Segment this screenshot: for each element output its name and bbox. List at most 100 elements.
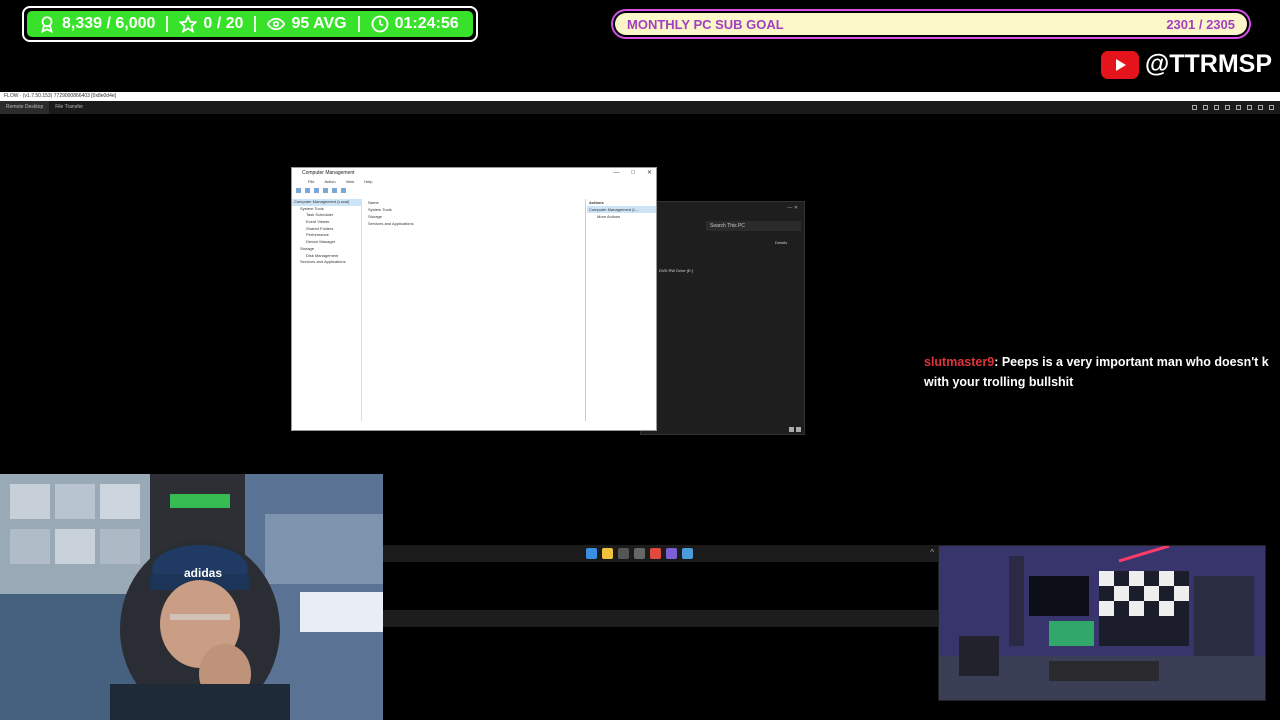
tree-item[interactable]: Performance (292, 232, 361, 239)
teams-icon[interactable] (666, 548, 677, 559)
actions-section[interactable]: Computer Management (L... (587, 206, 656, 213)
menu-action[interactable]: Action (324, 179, 335, 186)
viewers-stat: 95 AVG (256, 15, 357, 33)
forward-icon[interactable] (305, 188, 310, 193)
minimize-icon[interactable] (1258, 105, 1263, 110)
display-icon[interactable] (1203, 105, 1208, 110)
tree-item[interactable]: Storage (292, 246, 361, 253)
content-item[interactable]: Services and Applications (362, 220, 585, 227)
browser-icon[interactable] (650, 548, 661, 559)
tree-item[interactable]: Services and Applications (292, 259, 361, 266)
tab-remote-desktop[interactable]: Remote Desktop (0, 101, 50, 114)
menu-file[interactable]: File (308, 179, 314, 186)
explorer-details-button[interactable]: Details (775, 240, 787, 245)
stream-timer: 01:24:56 (394, 15, 459, 32)
taskbar-icons (586, 548, 693, 559)
chat-username: slutmaster9 (924, 355, 995, 369)
more-actions-item[interactable]: More Actions (587, 213, 656, 220)
minimize-icon[interactable]: — (613, 168, 619, 179)
tree-item[interactable]: Computer Management (Local) (292, 199, 361, 206)
remote-taskbar: ^ (383, 545, 938, 562)
room-scene (939, 546, 1265, 700)
remote-toolbar-icons (1192, 105, 1280, 110)
tree-item[interactable]: Event Viewer (292, 219, 361, 226)
tray-chevron-icon[interactable]: ^ (930, 548, 934, 557)
stream-stats-bar: 8,339 / 6,000 0 / 20 95 AVG 01:24:56 (22, 6, 478, 42)
menu-help[interactable]: Help (364, 179, 372, 186)
remote-desktop-toolbar: Remote Desktop File Transfer (0, 101, 1280, 114)
tree-item[interactable]: Device Manager (292, 239, 361, 246)
tree-item[interactable]: Shared Folders (292, 226, 361, 233)
chat-icon[interactable] (1225, 105, 1230, 110)
explorer-search-input[interactable]: Search This PC (706, 221, 801, 231)
tree-item[interactable]: System Tools (292, 206, 361, 213)
view-icon[interactable] (341, 188, 346, 193)
file-explorer-window[interactable]: — ✕ Search This PC Details DVD RW Drive … (640, 201, 805, 435)
chat-text-continued: with your trolling bullshit (924, 375, 1074, 389)
sub-goal-bar: MONTHLY PC SUB GOAL 2301 / 2305 (611, 9, 1251, 39)
close-icon[interactable] (1269, 105, 1274, 110)
help-icon[interactable] (332, 188, 337, 193)
sub-goal-progress: 2301 / 2305 (1166, 16, 1235, 32)
properties-icon[interactable] (323, 188, 328, 193)
cm-content-pane: Name System Tools Storage Services and A… (362, 199, 586, 421)
computer-management-window[interactable]: Computer Management — □ ✕ File Action Vi… (291, 167, 657, 431)
cm-title: Computer Management (302, 170, 355, 176)
tree-item[interactable]: Task Scheduler (292, 212, 361, 219)
chat-message: slutmaster9: Peeps is a very important m… (924, 352, 1280, 392)
followers-stat: 8,339 / 6,000 (27, 15, 166, 33)
explorer-window-controls[interactable]: — ✕ (787, 205, 798, 211)
up-icon[interactable] (314, 188, 319, 193)
cm-titlebar: Computer Management — □ ✕ (292, 168, 656, 179)
youtube-play-icon (1100, 50, 1139, 79)
app-icon[interactable] (634, 548, 645, 559)
record-icon[interactable] (1236, 105, 1241, 110)
sub-goal-fill: MONTHLY PC SUB GOAL 2301 / 2305 (615, 13, 1247, 35)
cm-actions-pane: Actions Computer Management (L... More A… (587, 199, 656, 421)
close-icon[interactable]: ✕ (647, 168, 652, 179)
stream-stats-inner: 8,339 / 6,000 0 / 20 95 AVG 01:24:56 (27, 11, 473, 37)
chat-text: : Peeps is a very important man who does… (994, 355, 1269, 369)
file-explorer-icon[interactable] (602, 548, 613, 559)
screenshot-icon[interactable] (1247, 105, 1252, 110)
sub-goal-label: MONTHLY PC SUB GOAL (627, 16, 784, 32)
menu-view[interactable]: View (346, 179, 355, 186)
hat-logo-text: adidas (184, 566, 222, 580)
back-arrow-icon[interactable] (618, 548, 629, 559)
windows-start-icon[interactable] (586, 548, 597, 559)
streamer-webcam: adidas (0, 474, 383, 720)
settings-icon[interactable] (1192, 105, 1197, 110)
dvd-drive-item[interactable]: DVD RW Drive (E:) (659, 268, 693, 273)
award-icon (41, 16, 53, 33)
tree-item[interactable]: Disk Management (292, 253, 361, 260)
remote-desktop-titlebar: FLOW · (v1.7.50.153) 7729000866403 [0x8e… (0, 92, 1280, 101)
eye-icon (267, 17, 286, 31)
maximize-icon[interactable]: □ (631, 168, 635, 179)
clock-icon (371, 15, 388, 33)
actions-header: Actions (589, 200, 604, 205)
remote-desktop-bottom-strip (383, 610, 938, 627)
content-item[interactable]: Storage (362, 213, 585, 220)
column-header-name[interactable]: Name (362, 199, 585, 206)
cm-menubar: File Action View Help (292, 179, 656, 186)
stars-stat: 0 / 20 (168, 15, 254, 33)
followers-count: 8,339 / 6,000 (62, 15, 156, 32)
list-view-icon[interactable] (789, 427, 794, 432)
star-icon (179, 15, 198, 33)
tab-file-transfer[interactable]: File Transfer (49, 101, 89, 114)
tiles-view-icon[interactable] (796, 427, 801, 432)
room-camera (938, 545, 1266, 701)
cm-toolbar (292, 186, 656, 195)
content-item[interactable]: System Tools (362, 206, 585, 213)
people-icon[interactable] (682, 548, 693, 559)
youtube-handle-text: @TTRMSP (1144, 50, 1272, 78)
webcam-scene: adidas (0, 474, 383, 720)
keyboard-icon[interactable] (1214, 105, 1219, 110)
cm-tree-pane: Computer Management (Local) System Tools… (292, 199, 362, 421)
explorer-view-buttons (789, 427, 801, 432)
cm-window-controls: — □ ✕ (613, 168, 652, 179)
timer-stat: 01:24:56 (360, 15, 470, 33)
stars-count: 0 / 20 (203, 15, 244, 32)
youtube-handle: @TTRMSP (1100, 50, 1272, 79)
back-icon[interactable] (296, 188, 301, 193)
